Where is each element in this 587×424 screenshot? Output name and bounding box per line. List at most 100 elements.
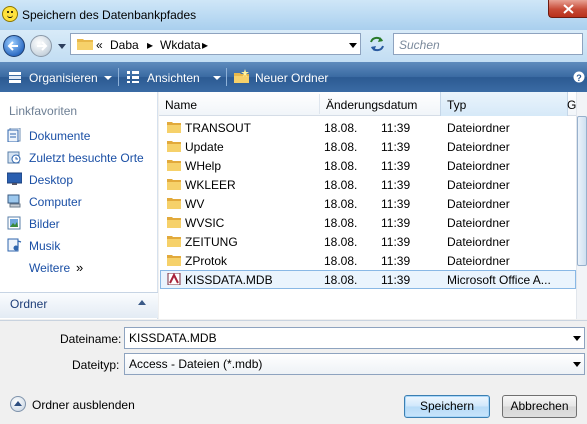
file-date: 18.08. (324, 121, 358, 135)
filetype-dropdown-icon[interactable] (573, 362, 581, 367)
sidebar-item-desktop[interactable]: Desktop (29, 173, 73, 187)
file-time: 11:39 (381, 254, 411, 268)
file-type: Dateiordner (447, 121, 510, 135)
file-type: Dateiordner (447, 178, 510, 192)
folder-icon (167, 255, 181, 266)
hide-folders-label[interactable]: Ordner ausblenden (32, 398, 135, 412)
sidebar-more-link[interactable]: Weitere (29, 261, 70, 275)
sidebar-item-pictures[interactable]: Bilder (29, 217, 60, 231)
file-date: 18.08. (324, 254, 358, 268)
file-time: 11:39 (381, 159, 411, 173)
views-icon (127, 71, 139, 83)
forward-arrow-icon (37, 41, 48, 51)
sidebar-item-computer[interactable]: Computer (29, 195, 82, 209)
file-time: 11:39 (381, 197, 411, 211)
file-type: Dateiordner (447, 197, 510, 211)
sidebar-item-documents[interactable]: Dokumente (29, 129, 90, 143)
folder-icon (167, 217, 181, 228)
column-header-type[interactable]: Typ (447, 98, 466, 112)
folders-pane-label: Ordner (10, 297, 48, 311)
desktop-icon (7, 172, 22, 185)
folder-icon (167, 236, 181, 247)
chevron-up-icon[interactable] (14, 401, 22, 406)
new-folder-button[interactable]: Neuer Ordner (255, 71, 328, 85)
file-type: Dateiordner (447, 235, 510, 249)
file-time: 11:39 (381, 178, 411, 192)
folder-icon (167, 198, 181, 209)
folder-icon (167, 160, 181, 171)
file-type: Dateiordner (447, 140, 510, 154)
cancel-button[interactable]: Abbrechen (502, 395, 577, 418)
file-name: Update (185, 140, 224, 154)
filetype-select[interactable]: Access - Dateien (*.mdb) (124, 353, 585, 375)
pictures-icon (7, 216, 21, 230)
file-date: 18.08. (324, 216, 358, 230)
filetype-label: Dateityp: (72, 358, 120, 372)
file-type: Dateiordner (447, 254, 510, 268)
breadcrumb-separator-icon[interactable]: ▸ (202, 38, 208, 52)
scrollbar-thumb[interactable] (577, 116, 587, 266)
table-row[interactable] (160, 156, 576, 175)
file-date: 18.08. (324, 140, 358, 154)
sidebar-item-music[interactable]: Musik (29, 239, 60, 253)
organize-button[interactable]: Organisieren (29, 71, 98, 85)
views-button[interactable]: Ansichten (147, 71, 200, 85)
filename-label: Dateiname: (60, 332, 122, 346)
breadcrumb-overflow[interactable]: « (96, 38, 103, 52)
file-name: WV (185, 197, 205, 211)
help-icon[interactable]: ? (573, 71, 585, 83)
documents-icon (7, 128, 21, 142)
music-icon (7, 238, 22, 252)
column-header-date[interactable]: Änderungsdatum (326, 98, 417, 112)
breadcrumb-wkdata[interactable]: Wkdata (160, 38, 201, 52)
file-type: Dateiordner (447, 216, 510, 230)
breadcrumb-daba[interactable]: Daba (110, 38, 139, 52)
file-name: WKLEER (185, 178, 236, 192)
file-name: ZEITUNG (185, 235, 238, 249)
file-name: WVSIC (185, 216, 225, 230)
address-dropdown-icon[interactable] (349, 43, 357, 48)
folder-icon (167, 122, 181, 133)
file-date: 18.08. (324, 235, 358, 249)
file-date: 18.08. (324, 273, 358, 287)
organize-icon (9, 72, 21, 83)
forward-button[interactable] (30, 35, 52, 57)
file-time: 11:39 (381, 140, 411, 154)
folder-icon (77, 39, 93, 50)
file-name: WHelp (185, 159, 222, 173)
svg-text:?: ? (576, 73, 582, 83)
more-chevron-icon[interactable]: » (76, 260, 83, 275)
column-divider[interactable] (319, 94, 320, 114)
column-header-size[interactable]: G (567, 98, 576, 112)
access-database-icon (167, 273, 181, 285)
new-folder-icon (234, 69, 249, 83)
sidebar-item-recent-places[interactable]: Zuletzt besuchte Orte (29, 151, 144, 165)
column-header-name[interactable]: Name (165, 98, 197, 112)
chevron-up-icon[interactable] (138, 300, 146, 305)
smiley-app-icon (2, 6, 18, 22)
search-placeholder: Suchen (399, 38, 440, 52)
filename-dropdown-icon[interactable] (573, 336, 581, 341)
file-date: 18.08. (324, 197, 358, 211)
file-time: 11:39 (381, 121, 411, 135)
views-dropdown-icon[interactable] (213, 76, 221, 80)
filename-input[interactable]: KISSDATA.MDB (124, 327, 585, 349)
close-icon (563, 4, 574, 14)
folder-icon (167, 141, 181, 152)
breadcrumb-separator-icon[interactable]: ▸ (147, 38, 153, 52)
toolbar-divider (118, 68, 119, 86)
divider (0, 320, 587, 321)
close-window-button[interactable] (548, 0, 587, 18)
recent-pages-dropdown-icon[interactable] (58, 44, 66, 49)
save-button[interactable]: Speichern (404, 395, 490, 418)
table-row[interactable] (160, 194, 576, 213)
back-button[interactable] (3, 35, 25, 57)
file-name: ZProtok (185, 254, 228, 268)
refresh-icon[interactable] (366, 33, 388, 55)
organize-dropdown-icon[interactable] (104, 76, 112, 80)
file-time: 11:39 (381, 235, 411, 249)
file-type: Microsoft Office A... (447, 273, 551, 287)
file-date: 18.08. (324, 159, 358, 173)
favorite-links-heading: Linkfavoriten (9, 104, 78, 118)
folder-icon (167, 179, 181, 190)
